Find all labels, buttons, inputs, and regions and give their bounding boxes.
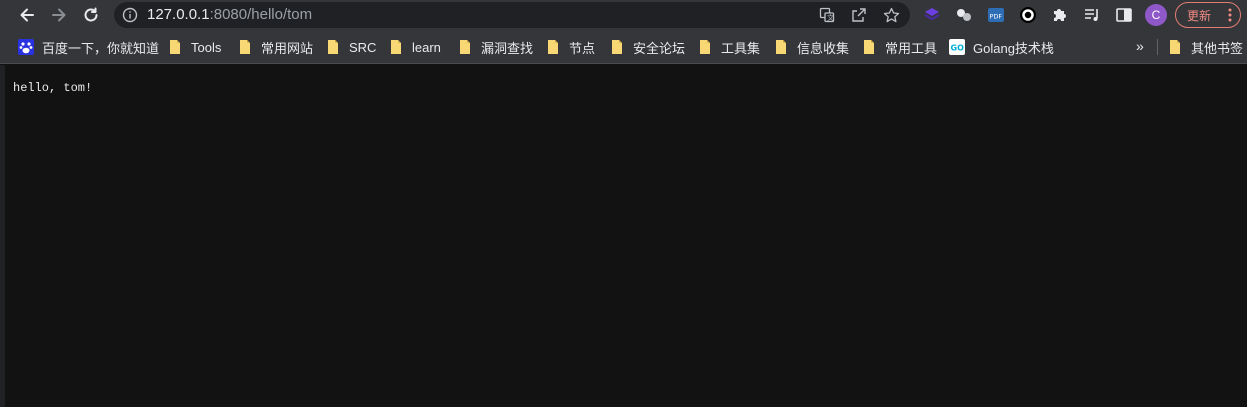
extension-circle-icon[interactable]: [1018, 5, 1038, 25]
folder-icon: [169, 40, 181, 54]
go-icon: GO: [949, 39, 965, 55]
forward-button[interactable]: [47, 4, 71, 26]
folder-icon: [611, 40, 623, 54]
side-panel-icon[interactable]: [1114, 5, 1134, 25]
bookmark-folder[interactable]: 安全论坛: [611, 38, 685, 56]
bookmark-label: learn: [412, 39, 441, 55]
share-icon[interactable]: [850, 6, 868, 24]
bookmark-label: 漏洞查找: [481, 40, 534, 56]
bookmark-label: Golang技术栈: [973, 40, 1054, 56]
folder-icon: [239, 40, 251, 54]
folder-icon: [1169, 40, 1181, 54]
page-text: hello, tom!: [13, 81, 93, 95]
page-viewport: hello, tom!: [0, 65, 1247, 407]
extension-pdf-icon[interactable]: PDF: [986, 5, 1006, 25]
bookmark-label: 常用网站: [261, 40, 314, 56]
info-icon[interactable]: [122, 7, 138, 23]
arrow-left-icon: [20, 8, 34, 22]
translate-icon[interactable]: 文: [818, 6, 836, 24]
folder-icon: [863, 40, 875, 54]
bookmark-folder[interactable]: 漏洞查找: [459, 38, 533, 56]
bookmark-label: 常用工具: [885, 40, 938, 56]
bookmark-folder[interactable]: SRC: [327, 38, 376, 56]
browser-toolbar: 127.0.0.1:8080/hello/tom 文 PDF C 更新: [0, 0, 1247, 31]
extensions-puzzle-icon[interactable]: [1050, 5, 1070, 25]
extension-cookie-icon[interactable]: [954, 5, 974, 25]
bookmark-star-icon[interactable]: [882, 6, 900, 24]
bookmark-label: Tools: [191, 39, 222, 55]
bookmark-folder-other[interactable]: 其他书签: [1169, 38, 1243, 56]
bookmark-folder[interactable]: 工具集: [699, 38, 760, 56]
bookmark-folder[interactable]: Tools: [169, 38, 221, 56]
url-host: 127.0.0.1: [147, 6, 210, 23]
bookmark-folder[interactable]: 节点: [547, 38, 595, 56]
folder-icon: [547, 40, 559, 54]
bookmark-folder[interactable]: 信息收集: [775, 38, 849, 56]
svg-text:PDF: PDF: [990, 13, 1003, 21]
bookmark-item[interactable]: 百度一下，你就知道: [18, 38, 159, 56]
reload-button[interactable]: [79, 4, 103, 26]
media-control-icon[interactable]: [1082, 5, 1102, 25]
svg-text:文: 文: [827, 13, 834, 22]
folder-icon: [459, 40, 471, 54]
more-menu-icon[interactable]: [1228, 8, 1232, 22]
bookmark-folder[interactable]: 常用网站: [239, 38, 313, 56]
folder-icon: [775, 40, 787, 54]
bookmark-label: SRC: [349, 39, 377, 55]
bookmark-label: 安全论坛: [633, 40, 686, 56]
bookmark-item[interactable]: GO Golang技术栈: [949, 38, 1054, 56]
folder-icon: [699, 40, 711, 54]
back-button[interactable]: [15, 4, 39, 26]
bookmark-folder[interactable]: learn: [390, 38, 441, 56]
svg-text:GO: GO: [951, 44, 965, 53]
bookmarks-overflow-button[interactable]: »: [1136, 38, 1144, 54]
bookmark-label: 百度一下，你就知道: [42, 40, 160, 56]
baidu-icon: [18, 39, 34, 55]
bookmark-label: 工具集: [721, 40, 761, 56]
url-text[interactable]: 127.0.0.1:8080/hello/tom: [147, 7, 312, 23]
arrow-right-icon: [52, 8, 66, 22]
update-button[interactable]: 更新: [1175, 2, 1241, 28]
folder-icon: [390, 40, 402, 54]
url-path: :8080/hello/tom: [209, 6, 313, 23]
address-bar[interactable]: 127.0.0.1:8080/hello/tom 文: [114, 2, 910, 28]
bookmark-label: 信息收集: [797, 40, 850, 56]
profile-avatar[interactable]: C: [1145, 4, 1167, 26]
bookmark-label: 节点: [569, 40, 596, 56]
update-label: 更新: [1187, 8, 1212, 23]
bookmark-label: 其他书签: [1191, 40, 1244, 56]
folder-icon: [327, 40, 339, 54]
reload-icon: [84, 7, 98, 22]
bookmarks-bar: 百度一下，你就知道 Tools 常用网站 SRC learn 漏洞查找 节点 安…: [0, 31, 1247, 64]
bookmarks-divider: [1157, 39, 1158, 55]
bookmark-folder[interactable]: 常用工具: [863, 38, 937, 56]
extension-layers-icon[interactable]: [922, 5, 942, 25]
